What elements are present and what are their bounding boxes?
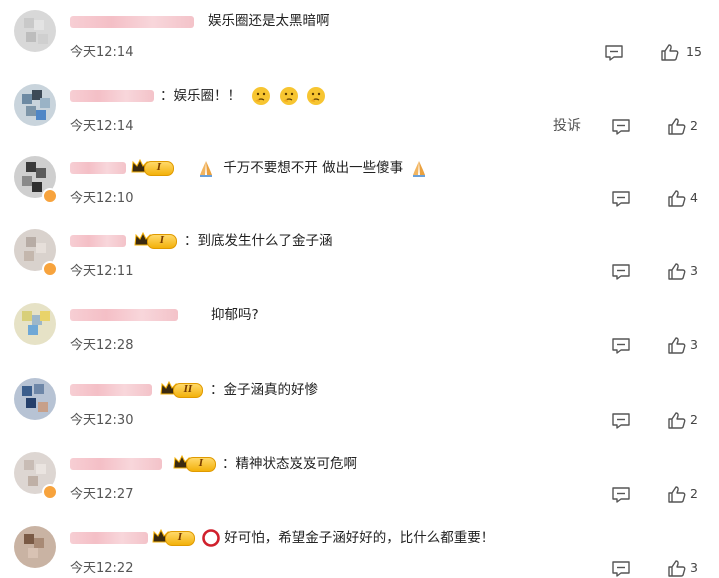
comment-time: 今天12:27: [70, 487, 134, 502]
avatar[interactable]: [14, 526, 56, 568]
like-count: 2: [690, 412, 698, 427]
comment-icon[interactable]: [611, 263, 631, 281]
comment-time: 今天12:10: [70, 191, 134, 206]
comment-time: 今天12:22: [70, 561, 134, 576]
like-count: 3: [690, 263, 698, 278]
comment-icon[interactable]: [611, 190, 631, 208]
avatar[interactable]: [14, 303, 56, 345]
like-icon[interactable]: [667, 335, 687, 355]
pray-emoji: [413, 161, 426, 177]
username-blurred[interactable]: [70, 235, 126, 247]
like-icon[interactable]: [667, 558, 687, 578]
comment-icon[interactable]: [611, 560, 631, 578]
comment-item: I ：到底发生什么了金子涵 今天12:11 3: [0, 229, 719, 302]
comment-text: ：到底发生什么了金子涵: [184, 233, 333, 249]
username-blurred[interactable]: [70, 90, 154, 102]
username-blurred[interactable]: [70, 384, 152, 396]
username-blurred[interactable]: [70, 16, 194, 28]
verified-badge-icon: [42, 188, 58, 204]
like-icon[interactable]: [667, 188, 687, 208]
comment-item: 抑郁吗? 今天12:28 3: [0, 303, 719, 376]
avatar[interactable]: [14, 378, 56, 420]
like-icon[interactable]: [660, 42, 680, 62]
comment-text-content: ：娱乐圈！！: [160, 88, 241, 104]
avatar[interactable]: [14, 10, 56, 52]
vip-level: I: [144, 161, 174, 176]
like-count: 2: [690, 486, 698, 501]
comment-icon[interactable]: [611, 486, 631, 504]
comment-item: 娱乐圈还是太黑暗啊 今天12:14 15: [0, 10, 719, 83]
avatar[interactable]: [14, 84, 56, 126]
verified-badge-icon: [42, 484, 58, 500]
vip-level: I: [186, 457, 216, 472]
comment-text: ：精神状态岌岌可危啊: [222, 456, 357, 472]
comment-item: II ：金子涵真的好惨 今天12:30 2: [0, 378, 719, 451]
comment-icon[interactable]: [611, 412, 631, 430]
comment-text: 好可怕，希望金子涵好好的，比什么都重要！: [202, 526, 494, 550]
comment-text: 千万不要想不开 做出一些傻事: [196, 156, 429, 180]
like-count: 3: [690, 560, 698, 575]
like-icon[interactable]: [667, 410, 687, 430]
vip-level: I: [147, 234, 177, 249]
comment-time: 今天12:11: [70, 264, 134, 279]
comment-item: ：娱乐圈！！ 今天12:14 投诉 2: [0, 84, 719, 157]
comment-text: 抑郁吗?: [211, 307, 259, 323]
comment-text-content: 好可怕，希望金子涵好好的，比什么都重要！: [224, 530, 495, 546]
vip-level: I: [165, 531, 195, 546]
like-count: 2: [690, 118, 698, 133]
comment-item: I 好可怕，希望金子涵好好的，比什么都重要！ 今天12:22 3: [0, 526, 719, 578]
comment-icon[interactable]: [611, 118, 631, 136]
username-blurred[interactable]: [70, 162, 126, 174]
comment-time: 今天12:14: [70, 45, 134, 60]
pray-emoji: [200, 161, 212, 177]
comment-icon[interactable]: [611, 337, 631, 355]
like-icon[interactable]: [667, 116, 687, 136]
comment-text: ：金子涵真的好惨: [210, 382, 318, 398]
comment-item: I 千万不要想不开 做出一些傻事 今天12:10 4: [0, 156, 719, 229]
comment-text: ：娱乐圈！！: [160, 84, 326, 108]
username-blurred[interactable]: [70, 309, 178, 321]
like-icon[interactable]: [667, 484, 687, 504]
thinking-emoji: [306, 87, 325, 105]
thinking-emoji: [252, 87, 271, 105]
comment-time: 今天12:28: [70, 338, 134, 353]
thinking-emoji: [279, 87, 298, 105]
like-count: 15: [686, 44, 702, 59]
comment-item: I ：精神状态岌岌可危啊 今天12:27 2: [0, 452, 719, 525]
username-blurred[interactable]: [70, 532, 148, 544]
like-count: 4: [690, 190, 698, 205]
verified-badge-icon: [42, 261, 58, 277]
like-icon[interactable]: [667, 261, 687, 281]
report-link[interactable]: 投诉: [553, 115, 581, 135]
no-entry-emoji: [202, 529, 220, 547]
comment-time: 今天12:14: [70, 119, 134, 134]
comment-text-content: 千万不要想不开 做出一些傻事: [223, 160, 404, 176]
comment-text: 娱乐圈还是太黑暗啊: [208, 13, 330, 29]
like-count: 3: [690, 337, 698, 352]
vip-level: II: [173, 383, 203, 398]
comment-icon[interactable]: [604, 44, 624, 62]
comment-time: 今天12:30: [70, 413, 134, 428]
username-blurred[interactable]: [70, 458, 162, 470]
